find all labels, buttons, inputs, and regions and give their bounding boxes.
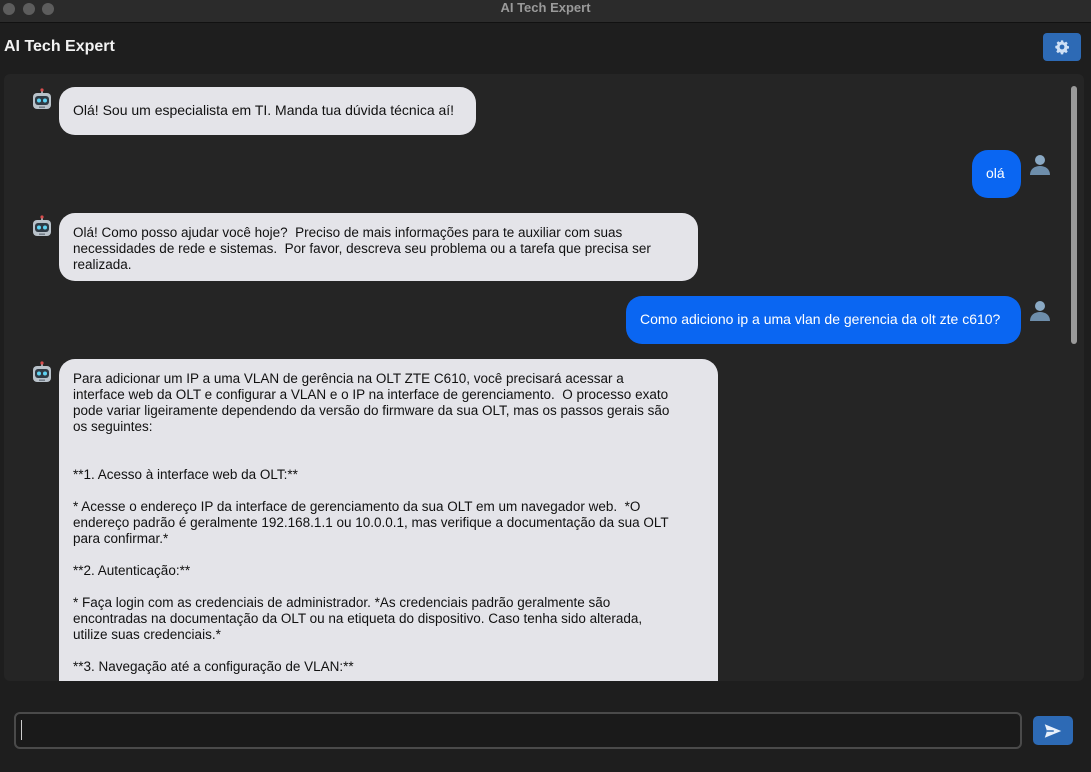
bot-message: Olá! Sou um especialista em TI. Manda tu… — [59, 87, 476, 135]
user-icon — [1028, 152, 1052, 176]
robot-icon — [30, 88, 54, 112]
send-icon — [1044, 723, 1062, 738]
chat-history-panel[interactable]: Olá! Sou um especialista em TI. Manda tu… — [4, 74, 1084, 681]
app-title: AI Tech Expert — [4, 38, 115, 55]
scrollbar-thumb[interactable] — [1071, 86, 1077, 344]
gear-icon — [1055, 40, 1069, 55]
user-message: Como adiciono ip a uma vlan de gerencia … — [626, 296, 1021, 344]
settings-button[interactable] — [1043, 33, 1081, 61]
send-button[interactable] — [1033, 716, 1073, 745]
robot-icon — [30, 361, 54, 385]
chat-scrollbar[interactable] — [1070, 86, 1078, 672]
bot-message: Olá! Como posso ajudar você hoje? Precis… — [59, 213, 698, 281]
window-titlebar: AI Tech Expert — [0, 0, 1091, 23]
text-caret — [21, 720, 22, 740]
message-input[interactable] — [14, 712, 1022, 749]
user-icon — [1028, 298, 1052, 322]
composer — [0, 682, 1091, 772]
bot-message: Para adicionar um IP a uma VLAN de gerên… — [59, 359, 718, 681]
app-header: AI Tech Expert — [0, 23, 1091, 73]
window-title: AI Tech Expert — [500, 0, 591, 15]
user-message: olá — [972, 150, 1021, 198]
robot-icon — [30, 215, 54, 239]
